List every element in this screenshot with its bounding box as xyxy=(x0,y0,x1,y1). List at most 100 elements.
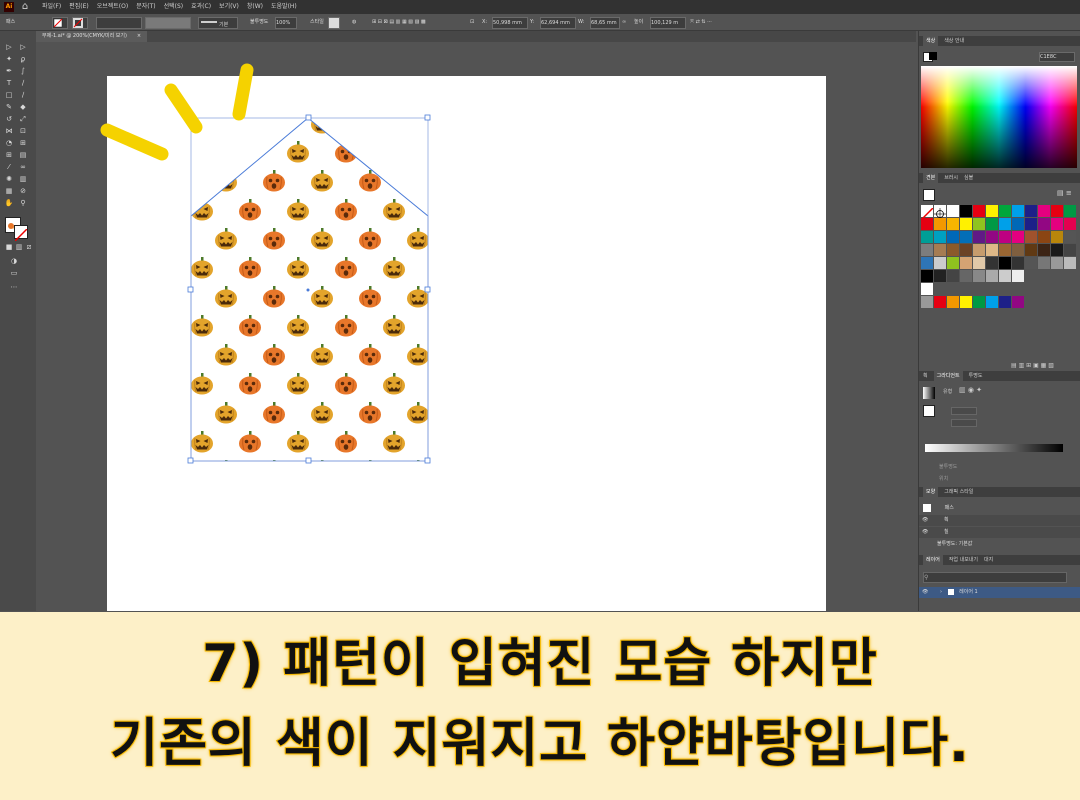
mesh-tool-icon[interactable]: ⊞ xyxy=(4,151,14,159)
layers-search-input[interactable]: ⚲ xyxy=(923,572,1067,583)
swatch-chip[interactable] xyxy=(986,270,998,282)
transform-flip-icons[interactable]: ⤧ ⇄ ⇅ ⋯ xyxy=(690,17,712,27)
swatch-chip[interactable] xyxy=(1038,244,1050,256)
pen-tool-icon[interactable]: ✒ xyxy=(4,67,14,75)
symbol-sprayer-icon[interactable]: ✺ xyxy=(4,175,14,183)
appearance-fill-row[interactable]: 👁 칠 xyxy=(919,527,1080,538)
rectangle-tool-icon[interactable]: □ xyxy=(4,91,14,99)
menu-effect[interactable]: 효과(C) xyxy=(191,0,211,14)
curvature-tool-icon[interactable]: ∫ xyxy=(18,67,28,75)
tab-transparency[interactable]: 투명도 xyxy=(969,371,983,381)
none-mode-icon[interactable]: ⧄ xyxy=(24,243,34,251)
swatch-chip[interactable] xyxy=(1012,205,1024,217)
swatch-chip[interactable] xyxy=(1025,231,1037,243)
gradient-fill-stroke-chip[interactable] xyxy=(923,405,935,417)
canvas-area[interactable] xyxy=(36,42,916,611)
paintbrush-tool-icon[interactable]: ∕ xyxy=(18,91,28,99)
swatch-chip[interactable] xyxy=(1038,231,1050,243)
gradient-tool-icon[interactable]: ▤ xyxy=(18,151,28,159)
line-tool-icon[interactable]: ∕ xyxy=(18,79,28,87)
artwork-layer[interactable] xyxy=(36,42,916,611)
column-graph-icon[interactable]: ▥ xyxy=(18,175,28,183)
swatch-chip[interactable] xyxy=(973,270,985,282)
y-field[interactable]: 62,694 mm xyxy=(540,17,576,29)
swatch-chip[interactable] xyxy=(934,296,946,308)
appearance-stroke-row[interactable]: 👁 획 xyxy=(919,515,1080,526)
swatch-chip[interactable] xyxy=(1051,205,1063,217)
swatch-chip[interactable] xyxy=(1064,257,1076,269)
zoom-tool-icon[interactable]: ⚲ xyxy=(18,199,28,207)
swatch-chip[interactable] xyxy=(947,270,959,282)
lasso-tool-icon[interactable]: ϼ xyxy=(18,55,28,63)
swatch-chip[interactable] xyxy=(973,231,985,243)
hex-field[interactable]: C1E8C xyxy=(1039,52,1075,62)
tab-symbols[interactable]: 심볼 xyxy=(964,173,973,183)
scale-tool-icon[interactable]: ⤢ xyxy=(18,115,28,123)
opacity-label[interactable]: 불투명도 xyxy=(250,17,268,27)
x-field[interactable]: 50,998 mm xyxy=(492,17,528,29)
swatch-chip[interactable] xyxy=(1025,218,1037,230)
swatch-chip[interactable] xyxy=(999,296,1011,308)
swatch-chip[interactable] xyxy=(934,244,946,256)
gradient-thumbnail[interactable] xyxy=(923,387,935,399)
menu-help[interactable]: 도움말(H) xyxy=(271,0,297,14)
swatch-chip[interactable] xyxy=(1051,231,1063,243)
swatch-chip[interactable] xyxy=(1025,244,1037,256)
swatch-chip[interactable] xyxy=(947,231,959,243)
graphic-style-swatch[interactable] xyxy=(328,17,340,29)
color-stroke-chip[interactable] xyxy=(929,52,937,60)
swatch-chip[interactable] xyxy=(986,218,998,230)
swatch-chip[interactable] xyxy=(947,218,959,230)
swatch-footer-icons[interactable]: ▤ ▥ ⊞ ▣ ▦ ▧ xyxy=(1011,362,1054,369)
width-tool-icon[interactable]: ⋈ xyxy=(4,127,14,135)
swatch-chip[interactable] xyxy=(1025,205,1037,217)
swatch-chip[interactable] xyxy=(960,205,972,217)
swatch-chip[interactable] xyxy=(934,270,946,282)
eye-icon[interactable]: 👁 xyxy=(922,589,928,595)
swatch-chip[interactable] xyxy=(960,270,972,282)
screen-mode-icon[interactable]: ▭ xyxy=(9,269,19,277)
menu-select[interactable]: 선택(S) xyxy=(164,0,184,14)
tab-appearance[interactable]: 모양 xyxy=(923,487,939,497)
close-tab-icon[interactable]: × xyxy=(137,31,141,42)
tab-stroke[interactable]: 획 xyxy=(923,371,928,381)
swatch-chip[interactable] xyxy=(999,231,1011,243)
color-spectrum[interactable] xyxy=(921,66,1077,168)
tab-layers[interactable]: 레이어 xyxy=(923,555,943,565)
free-transform-tool-icon[interactable]: ⊡ xyxy=(18,127,28,135)
rotate-tool-icon[interactable]: ↺ xyxy=(4,115,14,123)
swatch-chip[interactable] xyxy=(934,218,946,230)
swatch-chip[interactable] xyxy=(920,205,934,221)
opacity-field[interactable]: 100% xyxy=(275,17,297,29)
align-icon-group[interactable]: ⊞ ⊟ ⊠ ▤ ▥ ▦ ▧ ▨ ▩ xyxy=(372,17,426,27)
w-field[interactable]: 68,65 mm xyxy=(590,17,620,29)
tab-color-guide[interactable]: 색상 안내 xyxy=(944,36,964,46)
swatch-chip[interactable] xyxy=(999,244,1011,256)
swatch-chip[interactable] xyxy=(1012,218,1024,230)
type-tool-icon[interactable]: T xyxy=(4,79,14,87)
swatch-chip[interactable] xyxy=(960,231,972,243)
gradient-aspect-field[interactable] xyxy=(951,419,977,427)
swatch-chip[interactable] xyxy=(986,205,998,217)
tab-gradient[interactable]: 그라디언트 xyxy=(933,371,963,381)
swatch-chip[interactable] xyxy=(921,218,933,230)
eraser-tool-icon[interactable]: ◆ xyxy=(18,103,28,111)
swatch-chip[interactable] xyxy=(973,244,985,256)
swatch-chip[interactable] xyxy=(960,244,972,256)
swatch-chip[interactable] xyxy=(934,231,946,243)
swatch-chip[interactable] xyxy=(947,244,959,256)
blend-tool-icon[interactable]: ∞ xyxy=(18,163,28,171)
swatch-chip[interactable] xyxy=(973,257,985,269)
swatch-chip[interactable] xyxy=(960,296,972,308)
hand-tool-icon[interactable]: ✋ xyxy=(4,199,14,207)
swatch-chip[interactable] xyxy=(999,218,1011,230)
swatch-view-icons[interactable]: ▤ ≡ xyxy=(1057,189,1072,197)
menu-edit[interactable]: 편집(E) xyxy=(69,0,89,14)
swatch-chip[interactable] xyxy=(921,257,933,269)
eyedropper-tool-icon[interactable]: ⁄ xyxy=(4,163,14,171)
swatch-chip[interactable] xyxy=(986,257,998,269)
tab-artboards[interactable]: 대지 xyxy=(984,555,993,565)
menu-object[interactable]: 오브젝트(O) xyxy=(97,0,129,14)
swatch-chip[interactable] xyxy=(1038,205,1050,217)
variable-width-profile[interactable] xyxy=(145,17,191,29)
